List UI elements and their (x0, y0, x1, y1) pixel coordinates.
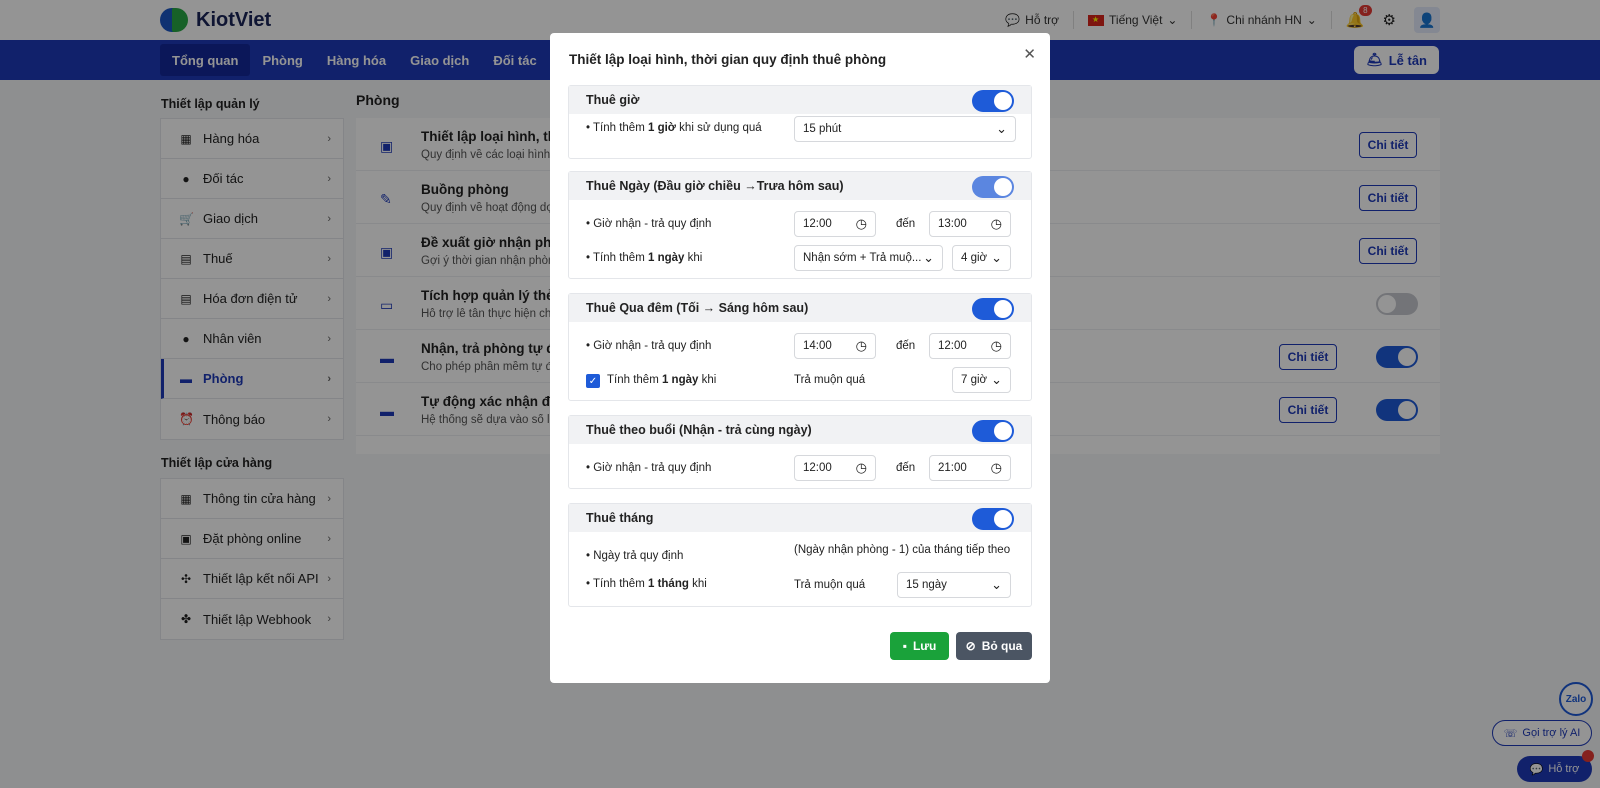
monthly-toggle[interactable] (972, 508, 1014, 530)
clock-icon: ◷ (855, 460, 867, 475)
overnight-extra-label: Tính thêm 1 ngày khi (607, 374, 717, 386)
to-label: đến (896, 340, 916, 352)
section-title: Thuê Ngày (Đầu giờ chiều →Trưa hôm sau) (586, 179, 844, 193)
session-checkin-time[interactable]: 12:00 ◷ (794, 455, 876, 481)
hourly-rule-label: • Tính thêm 1 giờ khi sử dụng quá (586, 122, 762, 134)
clock-icon: ◷ (855, 216, 867, 231)
daily-condition-select[interactable]: Nhận sớm + Trả muộ... ⌄ (794, 245, 943, 271)
to-label: đến (896, 218, 916, 230)
session-section: Thuê theo buổi (Nhận - trả cùng ngày) • … (568, 415, 1032, 489)
hourly-toggle[interactable] (972, 90, 1014, 112)
session-toggle[interactable] (972, 420, 1014, 442)
daily-checkout-time[interactable]: 13:00 ◷ (929, 211, 1011, 237)
chevron-down-icon: ⌄ (991, 577, 1002, 592)
clock-icon: ◷ (855, 338, 867, 353)
late-label: Trả muộn quá (794, 579, 866, 591)
chevron-down-icon: ⌄ (991, 372, 1002, 387)
section-title: Thuê tháng (586, 511, 654, 525)
daily-time-label: • Giờ nhận - trả quy định (586, 218, 712, 230)
monthly-extra-label: • Tính thêm 1 tháng khi (586, 578, 707, 590)
save-icon: ▪ (902, 639, 907, 653)
daily-toggle[interactable] (972, 176, 1014, 198)
overnight-toggle[interactable] (972, 298, 1014, 320)
ban-icon: ⊘ (965, 639, 976, 653)
save-label: Lưu (912, 639, 937, 653)
save-button[interactable]: ▪ Lưu (890, 632, 949, 660)
session-time-label: • Giờ nhận - trả quy định (586, 462, 712, 474)
section-title: Thuê giờ (586, 93, 640, 107)
clock-icon: ◷ (990, 338, 1002, 353)
chevron-down-icon: ⌄ (996, 121, 1007, 136)
monthly-section: Thuê tháng • Ngày trả quy định (Ngày nhậ… (568, 503, 1032, 607)
overnight-hours-select[interactable]: 7 giờ ⌄ (952, 367, 1011, 393)
monthly-days-select[interactable]: 15 ngày ⌄ (897, 572, 1011, 598)
daily-extra-label: • Tính thêm 1 ngày khi (586, 252, 703, 264)
modal-title: Thiết lập loại hình, thời gian quy định … (569, 52, 887, 67)
daily-checkin-time[interactable]: 12:00 ◷ (794, 211, 876, 237)
daily-hours-select[interactable]: 4 giờ ⌄ (952, 245, 1011, 271)
rental-settings-modal: Thiết lập loại hình, thời gian quy định … (550, 33, 1050, 683)
to-label: đến (896, 462, 916, 474)
overnight-extra-checkbox[interactable]: ✓ (586, 374, 600, 388)
chevron-down-icon: ⌄ (923, 250, 934, 265)
late-label: Trả muộn quá (794, 374, 866, 386)
section-title: Thuê theo buổi (Nhận - trả cùng ngày) (586, 423, 812, 437)
cancel-button[interactable]: ⊘ Bỏ qua (956, 632, 1032, 660)
session-checkout-time[interactable]: 21:00 ◷ (929, 455, 1011, 481)
overnight-checkin-time[interactable]: 14:00 ◷ (794, 333, 876, 359)
daily-section: Thuê Ngày (Đầu giờ chiều →Trưa hôm sau) … (568, 171, 1032, 279)
chevron-down-icon: ⌄ (991, 250, 1002, 265)
cancel-label: Bỏ qua (981, 639, 1023, 653)
overnight-section: Thuê Qua đêm (Tối → Sáng hôm sau) • Giờ … (568, 293, 1032, 401)
clock-icon: ◷ (990, 460, 1002, 475)
hourly-overtime-select[interactable]: 15 phút ⌄ (794, 116, 1016, 142)
section-title: Thuê Qua đêm (Tối → Sáng hôm sau) (586, 301, 809, 315)
close-icon[interactable]: ✕ (1023, 45, 1036, 63)
select-value: 15 phút (803, 123, 842, 135)
monthly-return-rule: (Ngày nhận phòng - 1) của tháng tiếp the… (794, 544, 1011, 556)
monthly-return-label: • Ngày trả quy định (586, 550, 684, 562)
overnight-checkout-time[interactable]: 12:00 ◷ (929, 333, 1011, 359)
clock-icon: ◷ (990, 216, 1002, 231)
overnight-time-label: • Giờ nhận - trả quy định (586, 340, 712, 352)
hourly-section: Thuê giờ • Tính thêm 1 giờ khi sử dụng q… (568, 85, 1032, 159)
